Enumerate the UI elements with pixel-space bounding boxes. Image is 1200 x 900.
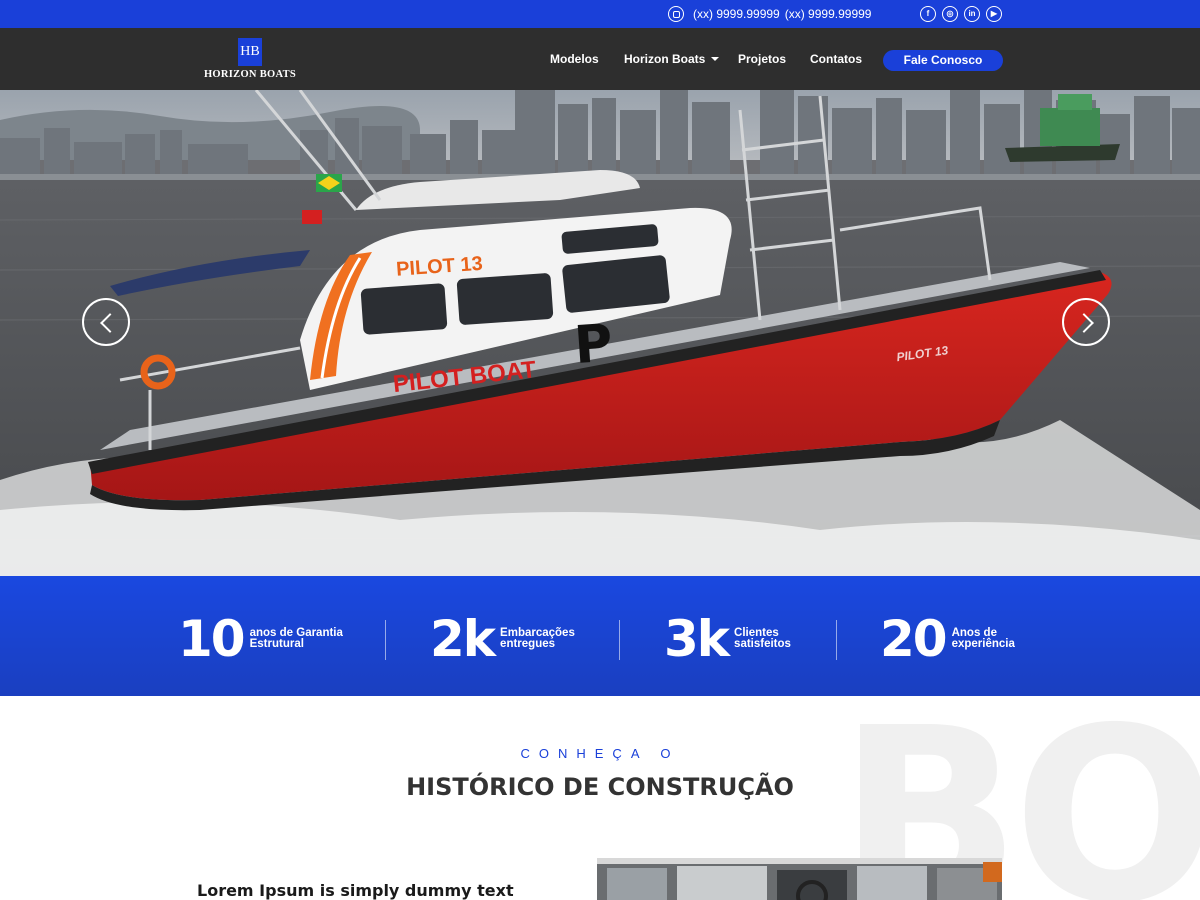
social-links: f ◎ in ▶: [920, 6, 1002, 22]
stat-divider: [619, 620, 620, 660]
stat-label: Embarcações entregues: [500, 627, 575, 650]
stat-value: 10: [178, 610, 246, 668]
stat-experience: 20 Anos de experiência: [880, 610, 1015, 668]
section-eyebrow: CONHEÇA O: [520, 746, 680, 761]
hero-image: PILOT 13 PILOT BOAT P PILOT 13: [0, 90, 1200, 576]
youtube-icon[interactable]: ▶: [986, 6, 1002, 22]
instagram-icon[interactable]: ◎: [942, 6, 958, 22]
logo-text: HORIZON BOATS: [203, 69, 297, 80]
construction-image: [597, 858, 1002, 900]
top-bar: (xx) 9999.99999 (xx) 9999.99999 f ◎ in ▶: [0, 0, 1200, 28]
stat-warranty: 10 anos de Garantia Estrutural: [178, 610, 343, 668]
construction-photo: [597, 858, 1002, 900]
carousel-next-button[interactable]: [1062, 298, 1110, 346]
stat-label: anos de Garantia Estrutural: [249, 627, 343, 650]
nav-link-horizon-boats[interactable]: Horizon Boats: [624, 52, 705, 66]
stat-label: Clientes satisfeitos: [734, 627, 791, 650]
nav-item-modelos[interactable]: Modelos: [550, 28, 599, 90]
section-title: HISTÓRICO DE CONSTRUÇÃO: [406, 773, 794, 801]
nav-item-projetos[interactable]: Projetos: [738, 28, 786, 90]
contact-cta-button[interactable]: Fale Conosco: [883, 50, 1003, 71]
facebook-icon[interactable]: f: [920, 6, 936, 22]
section-lead-heading: Lorem Ipsum is simply dummy text: [197, 881, 514, 900]
nav-item-horizon-boats[interactable]: Horizon Boats: [624, 28, 720, 90]
nav-item-contatos[interactable]: Contatos: [810, 28, 862, 90]
svg-text:P: P: [572, 314, 614, 377]
brand-logo[interactable]: HB HORIZON BOATS: [202, 38, 298, 82]
phone-number-1: (xx) 9999.99999: [693, 7, 780, 21]
hero-slider: PILOT 13 PILOT BOAT P PILOT 13: [0, 90, 1200, 576]
linkedin-icon[interactable]: in: [964, 6, 980, 22]
main-navbar: HB HORIZON BOATS Modelos Horizon Boats P…: [0, 28, 1200, 90]
stat-value: 20: [880, 610, 948, 668]
nav-link-modelos[interactable]: Modelos: [550, 52, 599, 66]
nav-link-contatos[interactable]: Contatos: [810, 52, 862, 66]
stat-clients: 3k Clientes satisfeitos: [664, 610, 791, 668]
chevron-down-icon[interactable]: [711, 57, 720, 61]
whatsapp-icon: [668, 6, 684, 22]
nav-link-projetos[interactable]: Projetos: [738, 52, 786, 66]
logo-mark: HB: [238, 38, 262, 66]
stat-value: 3k: [664, 610, 730, 668]
history-section: BO CONHEÇA O HISTÓRICO DE CONSTRUÇÃO Lor…: [0, 696, 1200, 900]
stat-value: 2k: [430, 610, 496, 668]
stat-divider: [836, 620, 837, 660]
carousel-prev-button[interactable]: [82, 298, 130, 346]
stats-band: 10 anos de Garantia Estrutural 2k Embarca…: [0, 576, 1200, 696]
phone-number-2: (xx) 9999.99999: [784, 7, 872, 21]
stat-vessels: 2k Embarcações entregues: [430, 610, 575, 668]
stat-label: Anos de experiência: [951, 627, 1015, 650]
stat-divider: [385, 620, 386, 660]
phone-contact[interactable]: (xx) 9999.99999 (xx) 9999.99999: [668, 6, 876, 22]
